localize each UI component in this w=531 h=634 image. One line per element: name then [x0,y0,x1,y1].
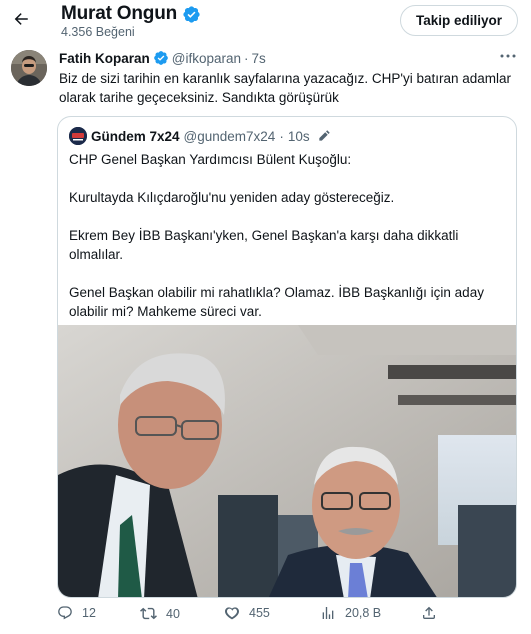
following-button[interactable]: Takip ediliyor [400,5,518,36]
retweet-icon [140,607,157,620]
tweet-text: Biz de sizi tarihin en karanlık sayfalar… [59,71,512,105]
share-icon [423,606,435,619]
profile-name-row: Murat Ongun [61,3,201,25]
verified-badge-icon [153,50,169,66]
back-button[interactable] [8,6,34,32]
tweet-author-row: Fatih Koparan @ifkoparan · 7s [59,50,266,66]
quoted-text-line: Ekrem Bey İBB Başkanı'yken, Genel Başkan… [69,228,459,262]
quoted-text-line: Kurultayda Kılıçdaroğlu'nu yeniden aday … [69,190,395,205]
quoted-text-line: Genel Başkan olabilir mi rahatlıkla? Ola… [69,285,484,319]
more-icon [500,54,516,58]
quoted-time: 10s [287,128,310,144]
author-avatar[interactable] [11,50,47,86]
profile-likes-count: 4.356 Beğeni [61,25,135,39]
quoted-author-logo [69,127,87,145]
edited-pencil-icon [317,129,331,143]
retweet-count: 40 [166,606,180,621]
quoted-author-handle: @gundem7x24 [183,128,276,144]
quoted-text-line: CHP Genel Başkan Yardımcısı Bülent Kuşoğ… [69,152,352,167]
views-chart-icon [322,607,334,619]
views-button[interactable]: 20,8 B [320,605,381,621]
like-count: 455 [249,606,270,620]
reply-count: 12 [82,606,96,620]
quoted-author-name: Gündem 7x24 [91,128,180,144]
views-count: 20,8 B [345,606,382,620]
arrow-left-icon [14,13,28,25]
more-options-button[interactable] [497,48,519,64]
quoted-tweet-header: Gündem 7x24 @gundem7x24 · 10s [69,127,331,145]
quoted-author-avatar [69,127,87,145]
profile-name: Murat Ongun [61,3,178,24]
quoted-separator: · [279,128,284,144]
quoted-tweet-photo[interactable] [58,325,516,597]
reply-button[interactable]: 12 [57,605,96,621]
tweet-author-name[interactable]: Fatih Koparan [59,51,150,66]
profile-header: Murat Ongun 4.356 Beğeni Takip ediliyor [0,0,531,42]
reply-icon [58,606,72,620]
tweet-time[interactable]: 7s [252,51,266,66]
verified-badge-icon [182,5,201,24]
like-button[interactable]: 455 [224,605,270,621]
tweet-actions-bar: 12 40 455 20,8 B [0,605,531,629]
retweet-button[interactable]: 40 [140,605,180,622]
heart-icon [225,607,239,620]
tweet-separator: · [244,50,249,66]
share-button[interactable] [421,605,437,621]
quoted-tweet-text: CHP Genel Başkan Yardımcısı Bülent Kuşoğ… [69,150,507,340]
quoted-tweet[interactable]: Gündem 7x24 @gundem7x24 · 10s CHP Genel … [57,116,517,598]
tweet-author-handle[interactable]: @ifkoparan [172,51,241,66]
